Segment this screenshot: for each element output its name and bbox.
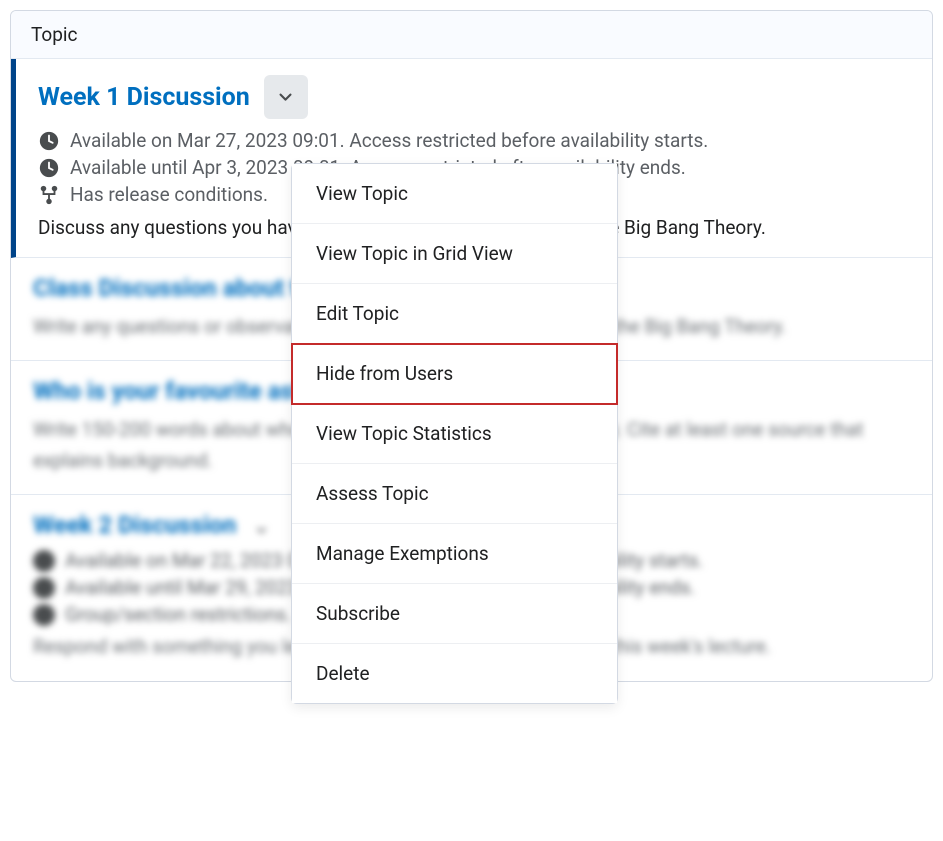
- panel-header-label: Topic: [31, 23, 78, 46]
- clock-icon: [33, 550, 55, 572]
- topic-title-link[interactable]: Week 1 Discussion: [38, 83, 250, 112]
- menu-item-view-topic-in-grid-view[interactable]: View Topic in Grid View: [292, 224, 617, 284]
- chevron-down-icon: ⌄: [252, 514, 270, 539]
- chevron-down-icon: [277, 89, 294, 106]
- menu-item-assess-topic[interactable]: Assess Topic: [292, 464, 617, 524]
- menu-item-manage-exemptions[interactable]: Manage Exemptions: [292, 524, 617, 584]
- availability-start-text: Available on Mar 27, 2023 09:01. Access …: [70, 129, 708, 152]
- panel-header: Topic: [11, 11, 932, 59]
- topic-actions-button[interactable]: [264, 75, 308, 119]
- topic-title-link[interactable]: Week 2 Discussion: [33, 511, 236, 539]
- menu-item-delete[interactable]: Delete: [292, 644, 617, 703]
- release-conditions-icon: [38, 184, 60, 206]
- clock-icon: [38, 157, 60, 179]
- availability-start-line: Available on Mar 27, 2023 09:01. Access …: [38, 129, 910, 152]
- menu-item-view-topic[interactable]: View Topic: [292, 164, 617, 224]
- topic-actions-menu: View TopicView Topic in Grid ViewEdit To…: [291, 163, 618, 704]
- menu-item-subscribe[interactable]: Subscribe: [292, 584, 617, 644]
- menu-item-edit-topic[interactable]: Edit Topic: [292, 284, 617, 344]
- clock-icon: [33, 577, 55, 599]
- menu-item-hide-from-users[interactable]: Hide from Users: [292, 344, 617, 404]
- clock-icon: [38, 130, 60, 152]
- discussions-panel-wrapper: Topic Week 1 Discussion Available on Mar…: [10, 10, 933, 682]
- group-restrictions-text: Group/section restrictions.: [65, 603, 291, 626]
- topic-title-row: Week 1 Discussion: [38, 75, 910, 119]
- release-conditions-text: Has release conditions.: [70, 183, 268, 206]
- menu-item-view-topic-statistics[interactable]: View Topic Statistics: [292, 404, 617, 464]
- group-icon: [33, 604, 55, 626]
